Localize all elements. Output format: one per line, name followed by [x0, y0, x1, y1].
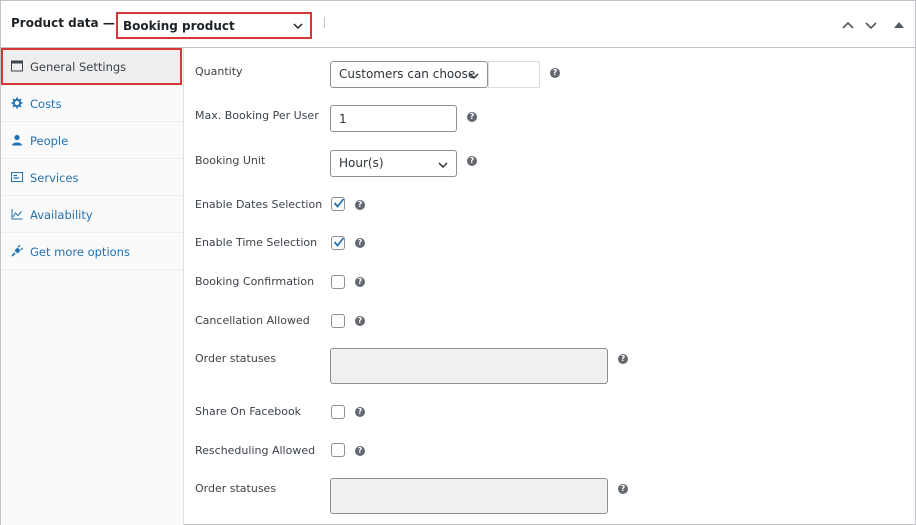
help-icon[interactable]: ? [355, 200, 365, 210]
quantity-label: Quantity [195, 65, 243, 78]
tab-people[interactable]: People [1, 122, 183, 159]
checkmark-icon [333, 198, 345, 208]
person-icon [12, 134, 22, 146]
help-icon[interactable]: ? [467, 156, 477, 166]
chevron-down-icon [469, 73, 479, 80]
window-icon [11, 60, 23, 72]
tab-label: Services [30, 171, 79, 185]
tab-availability[interactable]: Availability [1, 196, 183, 233]
tab-services[interactable]: Services [1, 159, 183, 196]
product-data-title: Product data — [11, 16, 115, 30]
gear-icon [11, 97, 23, 109]
chevron-down-icon [293, 23, 303, 30]
booking-unit-value: Hour(s) [339, 156, 384, 170]
quantity-extra-input[interactable] [488, 61, 540, 88]
tab-label: Get more options [30, 245, 130, 259]
max-booking-label: Max. Booking Per User [195, 109, 319, 122]
help-icon[interactable]: ? [467, 112, 477, 122]
booking-unit-label: Booking Unit [195, 154, 266, 167]
product-type-value: Booking product [123, 19, 235, 33]
order-statuses-input-2[interactable] [330, 478, 608, 514]
order-statuses-label-2: Order statuses [195, 482, 277, 495]
cancellation-checkbox[interactable] [331, 314, 345, 328]
product-data-header: Product data — Booking product [1, 1, 915, 48]
enable-dates-label: Enable Dates Selection [195, 198, 323, 211]
chevron-down-icon [438, 162, 448, 169]
booking-unit-select[interactable]: Hour(s) [330, 150, 457, 177]
enable-dates-checkbox[interactable] [331, 197, 345, 211]
product-data-tabs: General Settings Costs People Services A… [1, 48, 184, 525]
help-icon[interactable]: ? [355, 316, 365, 326]
toggle-panel-icon[interactable] [892, 18, 906, 32]
product-data-panel: Product data — Booking product General S… [0, 0, 916, 525]
tab-costs[interactable]: Costs [1, 85, 183, 122]
tab-label: General Settings [30, 60, 127, 74]
cancellation-label: Cancellation Allowed [195, 314, 310, 327]
rescheduling-checkbox[interactable] [331, 443, 345, 457]
header-divider [324, 17, 325, 28]
plugin-icon [11, 245, 23, 257]
booking-confirmation-checkbox[interactable] [331, 275, 345, 289]
quantity-select[interactable]: Customers can choose [330, 61, 488, 88]
tab-get-more-options[interactable]: Get more options [1, 233, 183, 270]
help-icon[interactable]: ? [618, 484, 628, 494]
share-facebook-label: Share On Facebook [195, 405, 302, 418]
booking-confirmation-label: Booking Confirmation [195, 275, 315, 288]
quantity-value: Customers can choose [339, 67, 476, 81]
help-icon[interactable]: ? [355, 446, 365, 456]
order-statuses-input[interactable] [330, 348, 608, 384]
product-type-select[interactable]: Booking product [116, 12, 312, 39]
enable-time-checkbox[interactable] [331, 236, 345, 250]
move-down-icon[interactable] [864, 18, 878, 32]
chart-icon [11, 209, 23, 220]
tab-general-settings[interactable]: General Settings [1, 48, 182, 85]
help-icon[interactable]: ? [550, 68, 560, 78]
help-icon[interactable]: ? [355, 238, 365, 248]
help-icon[interactable]: ? [618, 354, 628, 364]
rescheduling-label: Rescheduling Allowed [195, 444, 316, 457]
enable-time-label: Enable Time Selection [195, 236, 318, 249]
general-settings-panel: Quantity Customers can choose ? Max. Boo… [185, 48, 915, 525]
tab-label: Costs [30, 97, 62, 111]
list-icon [11, 172, 23, 182]
checkmark-icon [333, 237, 345, 247]
max-booking-input[interactable]: 1 [330, 105, 457, 132]
tab-label: Availability [30, 208, 93, 222]
help-icon[interactable]: ? [355, 407, 365, 417]
order-statuses-label: Order statuses [195, 352, 277, 365]
move-up-icon[interactable] [841, 18, 855, 32]
help-icon[interactable]: ? [355, 277, 365, 287]
share-facebook-checkbox[interactable] [331, 405, 345, 419]
tab-label: People [30, 134, 69, 148]
